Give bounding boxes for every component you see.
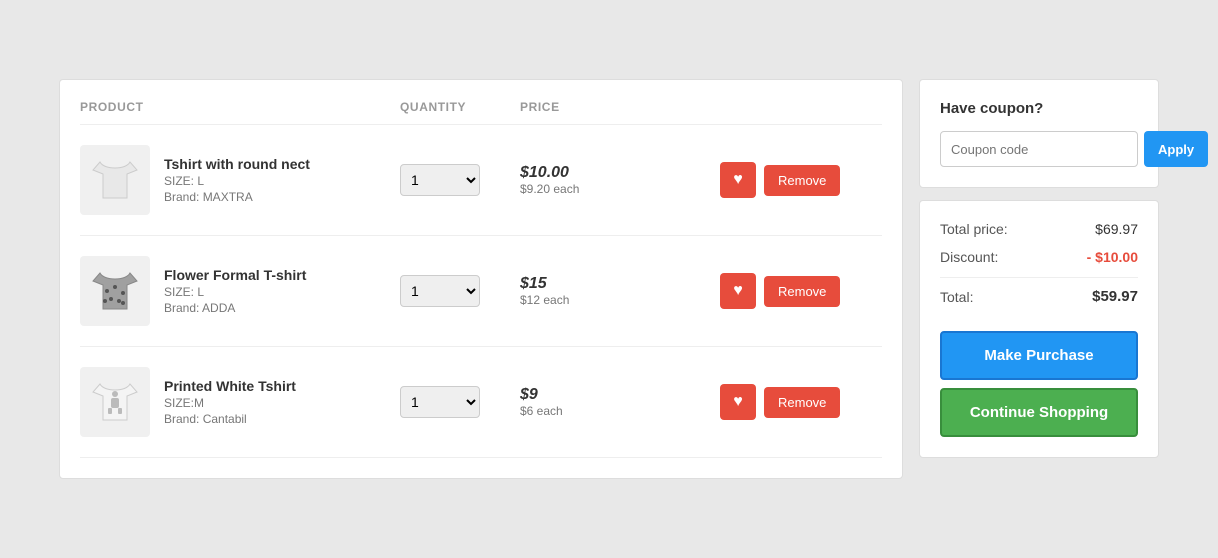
coupon-input[interactable] xyxy=(940,131,1138,167)
total-row: Total: $59.97 xyxy=(940,288,1138,305)
item-size-1: SIZE: L xyxy=(164,174,310,188)
item-brand-1: Brand: MAXTRA xyxy=(164,190,310,204)
table-row: Flower Formal T-shirt SIZE: L Brand: ADD… xyxy=(80,236,882,347)
price-main-3: $9 xyxy=(520,386,720,404)
make-purchase-button[interactable]: Make Purchase xyxy=(940,331,1138,380)
right-panel: Have coupon? Apply Total price: $69.97 D… xyxy=(919,79,1159,479)
price-main-1: $10.00 xyxy=(520,164,720,182)
header-product: PRODUCT xyxy=(80,100,400,114)
total-label: Total: xyxy=(940,289,973,305)
summary-divider xyxy=(940,277,1138,278)
wishlist-button-3[interactable]: ♥ xyxy=(720,384,756,420)
product-image-3 xyxy=(80,367,150,437)
price-each-3: $6 each xyxy=(520,404,720,418)
table-row: Printed White Tshirt SIZE:M Brand: Canta… xyxy=(80,347,882,458)
total-value: $59.97 xyxy=(1092,288,1138,305)
item-product-3: Printed White Tshirt SIZE:M Brand: Canta… xyxy=(80,367,400,437)
item-name-3: Printed White Tshirt xyxy=(164,378,296,394)
discount-row: Discount: - $10.00 xyxy=(940,249,1138,265)
total-price-value: $69.97 xyxy=(1095,221,1138,237)
item-size-3: SIZE:M xyxy=(164,396,296,410)
item-brand-3: Brand: Cantabil xyxy=(164,412,296,426)
total-price-label: Total price: xyxy=(940,221,1008,237)
apply-button[interactable]: Apply xyxy=(1144,131,1208,167)
item-actions-3: ♥ Remove xyxy=(720,384,882,420)
coupon-box: Have coupon? Apply xyxy=(919,79,1159,188)
continue-shopping-button[interactable]: Continue Shopping xyxy=(940,388,1138,437)
price-each-2: $12 each xyxy=(520,293,720,307)
remove-button-2[interactable]: Remove xyxy=(764,276,840,307)
item-details-1: Tshirt with round nect SIZE: L Brand: MA… xyxy=(164,156,310,204)
price-main-2: $15 xyxy=(520,275,720,293)
item-price-1: $10.00 $9.20 each xyxy=(520,164,720,196)
item-product: Tshirt with round nect SIZE: L Brand: MA… xyxy=(80,145,400,215)
cart-panel: PRODUCT QUANTITY PRICE Tshirt with round… xyxy=(59,79,903,479)
item-quantity-3: 12345 xyxy=(400,386,520,418)
remove-button-1[interactable]: Remove xyxy=(764,165,840,196)
item-product-2: Flower Formal T-shirt SIZE: L Brand: ADD… xyxy=(80,256,400,326)
quantity-select-1[interactable]: 12345 xyxy=(400,164,480,196)
item-details-3: Printed White Tshirt SIZE:M Brand: Canta… xyxy=(164,378,296,426)
cart-header: PRODUCT QUANTITY PRICE xyxy=(80,100,882,125)
remove-button-3[interactable]: Remove xyxy=(764,387,840,418)
header-quantity: QUANTITY xyxy=(400,100,520,114)
discount-value: - $10.00 xyxy=(1087,249,1138,265)
item-name-2: Flower Formal T-shirt xyxy=(164,267,306,283)
item-quantity-2: 12345 xyxy=(400,275,520,307)
item-actions-2: ♥ Remove xyxy=(720,273,882,309)
item-quantity-1: 12345 xyxy=(400,164,520,196)
table-row: Tshirt with round nect SIZE: L Brand: MA… xyxy=(80,125,882,236)
quantity-select-3[interactable]: 12345 xyxy=(400,386,480,418)
quantity-select-2[interactable]: 12345 xyxy=(400,275,480,307)
coupon-title: Have coupon? xyxy=(940,100,1138,117)
item-price-2: $15 $12 each xyxy=(520,275,720,307)
summary-box: Total price: $69.97 Discount: - $10.00 T… xyxy=(919,200,1159,458)
wishlist-button-1[interactable]: ♥ xyxy=(720,162,756,198)
discount-label: Discount: xyxy=(940,249,998,265)
product-image-2 xyxy=(80,256,150,326)
header-price: PRICE xyxy=(520,100,720,114)
item-name-1: Tshirt with round nect xyxy=(164,156,310,172)
product-image-1 xyxy=(80,145,150,215)
item-details-2: Flower Formal T-shirt SIZE: L Brand: ADD… xyxy=(164,267,306,315)
total-price-row: Total price: $69.97 xyxy=(940,221,1138,237)
wishlist-button-2[interactable]: ♥ xyxy=(720,273,756,309)
price-each-1: $9.20 each xyxy=(520,182,720,196)
item-brand-2: Brand: ADDA xyxy=(164,301,306,315)
item-price-3: $9 $6 each xyxy=(520,386,720,418)
coupon-row: Apply xyxy=(940,131,1138,167)
item-size-2: SIZE: L xyxy=(164,285,306,299)
page-wrapper: PRODUCT QUANTITY PRICE Tshirt with round… xyxy=(59,79,1159,479)
item-actions-1: ♥ Remove xyxy=(720,162,882,198)
